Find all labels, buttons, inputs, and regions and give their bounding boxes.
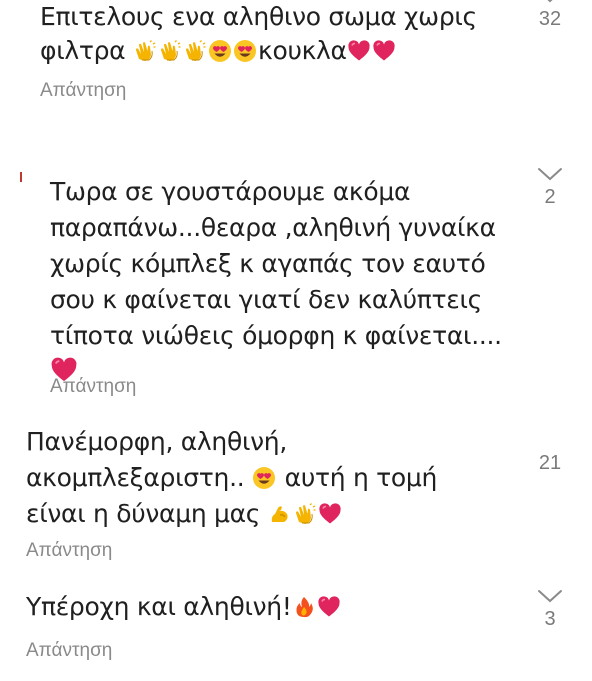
clapping-hands-icon — [293, 502, 317, 526]
chevron-down-icon[interactable] — [537, 166, 563, 182]
red-heart-icon — [318, 502, 342, 526]
clapping-hands-icon — [183, 39, 207, 63]
comment-line: είναι η δύναμη μας — [26, 496, 437, 532]
comment-text: Τωρα σε γουστάρουμε ακόμα παραπάνω...θεα… — [50, 174, 502, 390]
chevron-down-icon[interactable] — [537, 588, 563, 604]
comment-text: Επιτελους ενα αληθινο σωμα χωρις φιλτρα … — [40, 0, 477, 68]
comment-text: Πανέμορφη, αληθινή, ακομπλεξαριστη.. αυτ… — [26, 424, 437, 532]
comment-line: χωρίς κόμπλεξ κ αγαπάς τον εαυτό — [50, 249, 486, 278]
like-count: 3 — [544, 608, 556, 630]
comment-line: φιλτρα — [40, 36, 126, 65]
comment-line: φιλτρα κουκλα — [40, 34, 477, 68]
like-count: 21 — [538, 452, 562, 474]
like-count: 2 — [544, 186, 556, 208]
clapping-hands-icon — [158, 39, 182, 63]
reply-button[interactable]: Απάντηση — [26, 640, 112, 662]
red-heart-icon — [347, 39, 371, 63]
heart-eyes-face-icon — [233, 39, 257, 63]
red-heart-icon — [372, 39, 396, 63]
comment-line: παραπάνω...θεαρα ,αληθινή γυναίκα — [50, 213, 496, 242]
fire-icon — [292, 595, 316, 619]
comment-line: Πανέμορφη, αληθινή, — [26, 427, 287, 456]
like-control[interactable]: 32 — [528, 0, 572, 31]
decorative-mark — [20, 172, 22, 182]
comment-line: είναι η δύναμη μας — [26, 499, 261, 528]
comment-line: κουκλα — [258, 36, 347, 65]
heart-eyes-face-icon — [208, 39, 232, 63]
flexed-biceps-icon — [268, 502, 292, 526]
like-count: 32 — [538, 8, 562, 30]
clapping-hands-icon — [133, 39, 157, 63]
like-control[interactable]: 3 — [528, 588, 572, 631]
comment-line: ακομπλεξαριστη.. αυτή η τομή — [26, 460, 437, 496]
like-control[interactable]: 21 — [528, 448, 572, 475]
chevron-down-icon[interactable] — [537, 0, 563, 4]
reply-button[interactable]: Απάντηση — [50, 376, 136, 398]
comment-line: Τωρα σε γουστάρουμε ακόμα — [50, 177, 411, 206]
comment-line: Επιτελους ενα αληθινο σωμα χωρις — [40, 2, 477, 31]
comment-line: ακομπλεξαριστη.. — [26, 463, 245, 492]
comment-text: Υπέροχη και αληθινή! — [26, 590, 342, 624]
heart-eyes-face-icon — [252, 466, 276, 490]
comment-line: αυτή η τομή — [284, 463, 438, 492]
red-heart-icon — [317, 595, 341, 619]
comment-line: Υπέροχη και αληθινή! — [26, 592, 292, 621]
reply-button[interactable]: Απάντηση — [26, 540, 112, 562]
like-control[interactable]: 2 — [528, 166, 572, 209]
reply-button[interactable]: Απάντηση — [40, 80, 126, 102]
comment-line: τίποτα νιώθεις όμορφη κ φαίνεται.... — [50, 321, 502, 350]
comment-line: σου κ φαίνεται γιατί δεν καλύπτεις — [50, 285, 483, 314]
